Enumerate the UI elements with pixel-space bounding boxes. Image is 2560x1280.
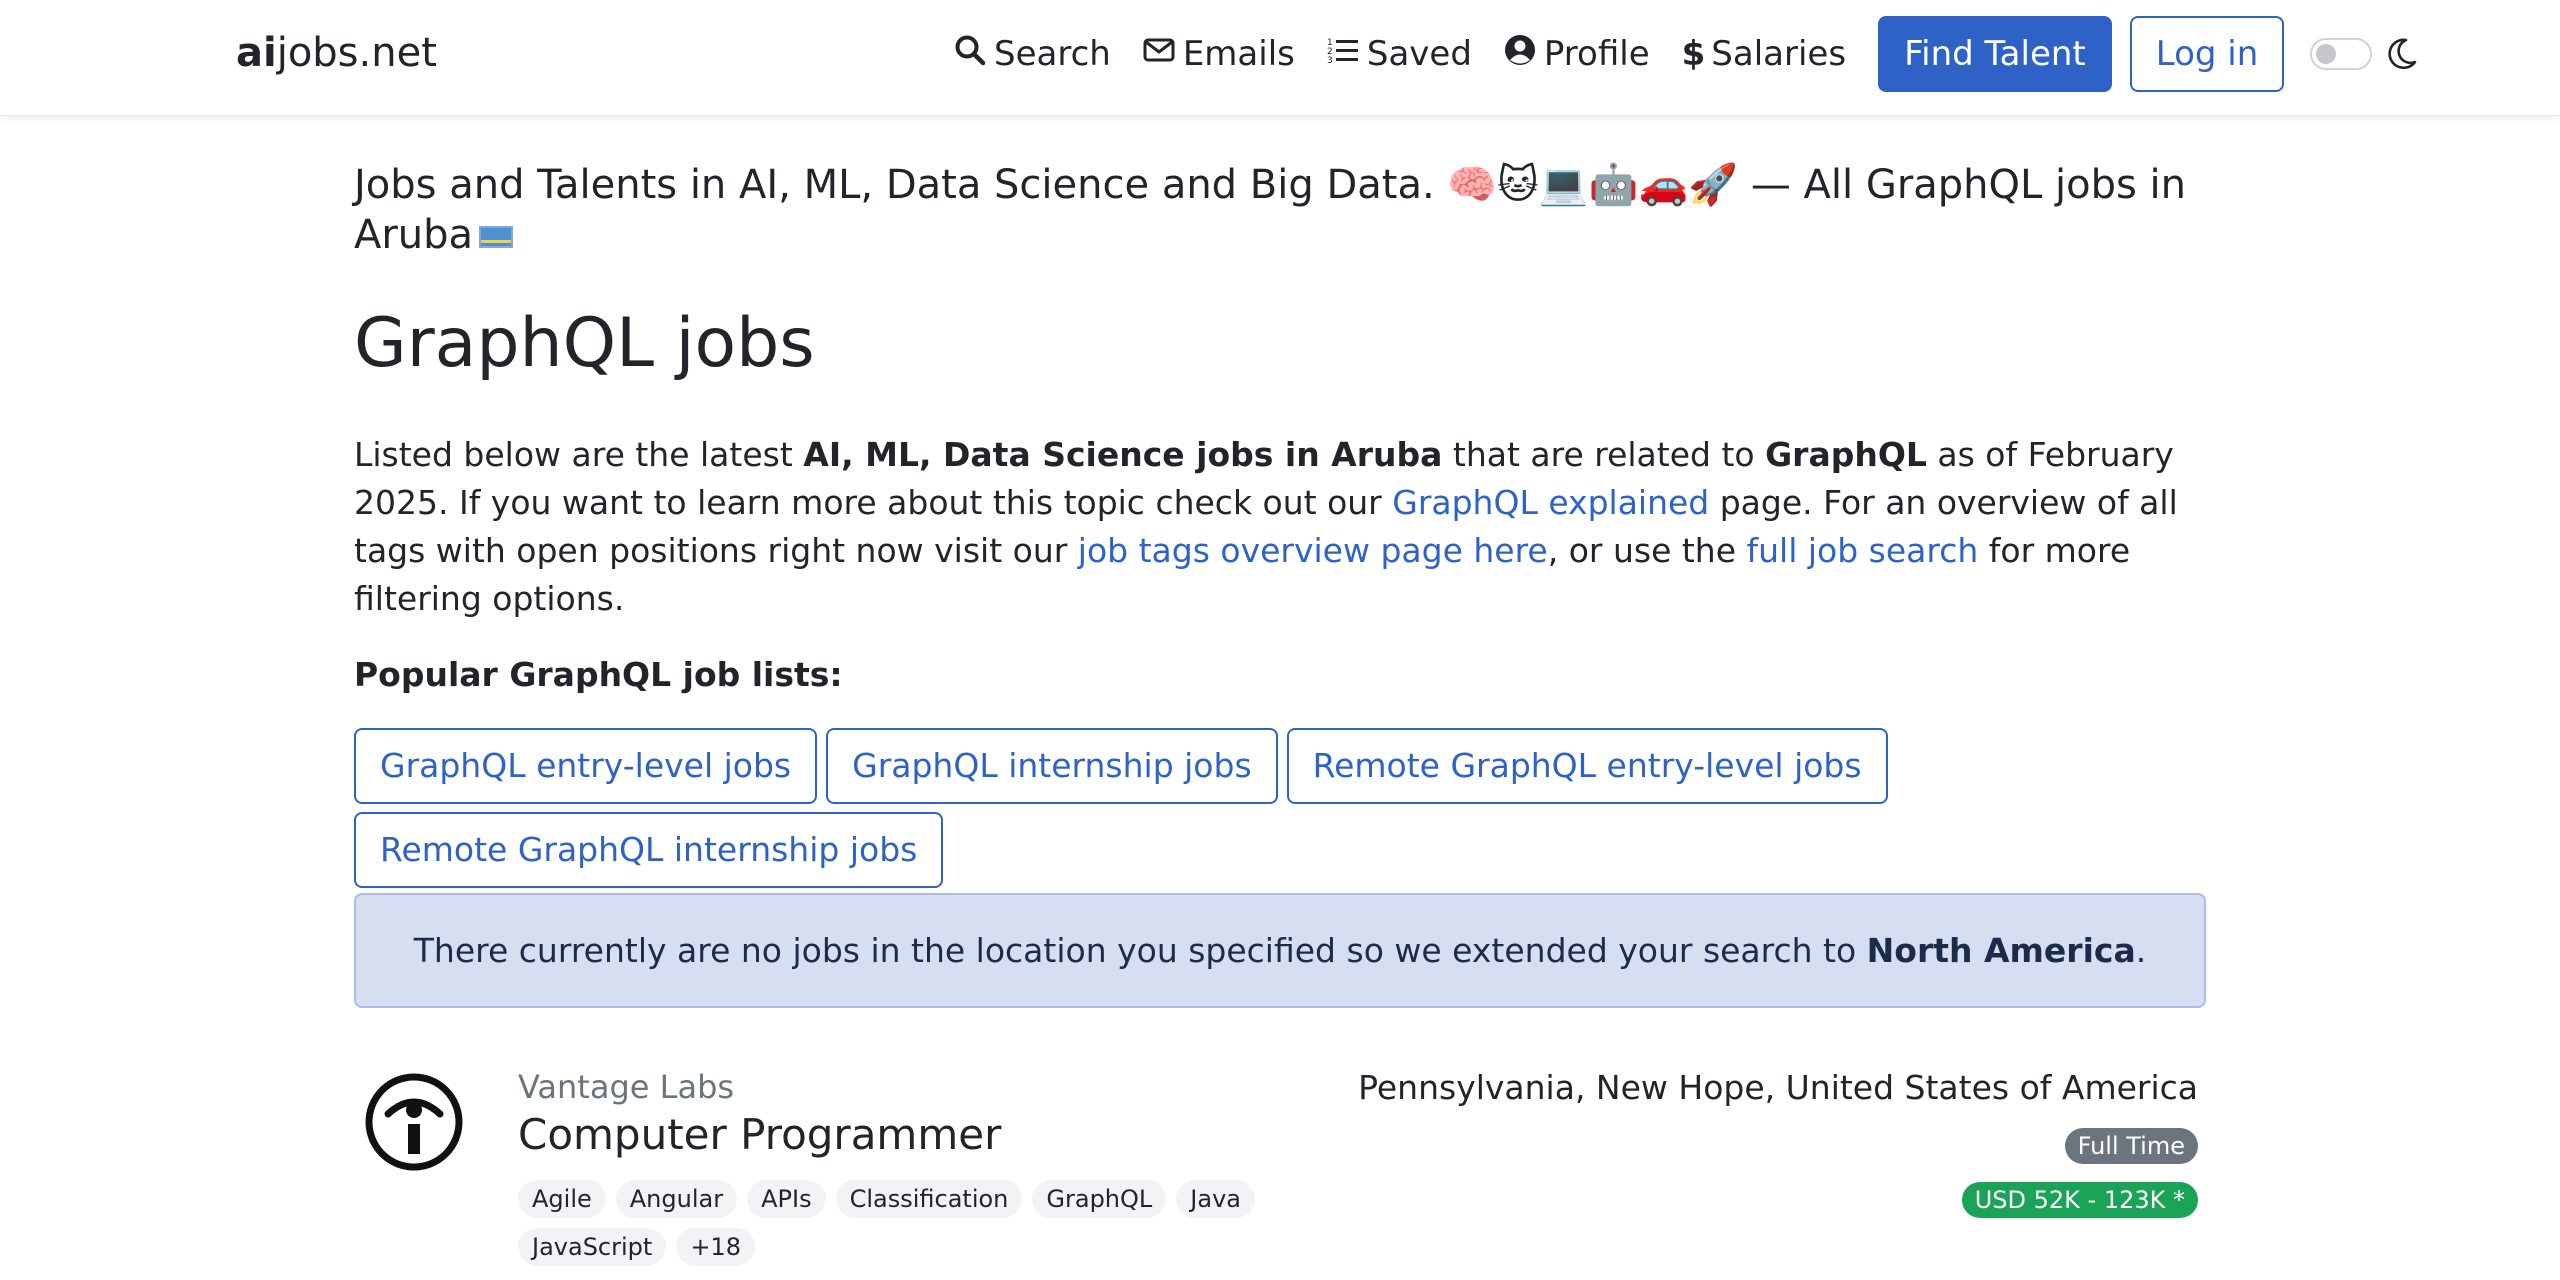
nav-salaries[interactable]: $ Salaries: [1682, 34, 1846, 74]
alert-region: North America: [1866, 931, 2136, 970]
job-tag-more[interactable]: +18: [676, 1228, 755, 1266]
job-tag[interactable]: Classification: [835, 1180, 1023, 1218]
alert-end: .: [2135, 931, 2147, 970]
dollar-icon: $: [1681, 34, 1706, 74]
nav-items: Search Emails 123 Saved Profile $ Salari…: [954, 16, 2418, 92]
job-tag[interactable]: Agile: [518, 1180, 606, 1218]
intro-text-1: Listed below are the latest: [354, 435, 804, 474]
search-icon: [954, 34, 994, 75]
popular-list-remote-entry-level[interactable]: Remote GraphQL entry-level jobs: [1286, 728, 1888, 804]
tagline-text: Jobs and Talents in AI, ML, Data Science…: [354, 162, 2187, 258]
company-name[interactable]: Vantage Labs: [518, 1068, 734, 1106]
alert-text: There currently are no jobs in the locat…: [413, 931, 1867, 970]
svg-text:3: 3: [1327, 56, 1333, 66]
intro-text-5: , or use the: [1547, 531, 1747, 570]
popular-list-remote-internship[interactable]: Remote GraphQL internship jobs: [354, 812, 944, 888]
nav-saved-label: Saved: [1366, 34, 1472, 74]
job-listing[interactable]: Vantage Labs Computer Programmer Agile A…: [354, 1060, 2206, 1280]
popular-lists-heading: Popular GraphQL job lists:: [354, 655, 843, 694]
site-tagline: Jobs and Talents in AI, ML, Data Science…: [354, 160, 2206, 260]
graphql-explained-link[interactable]: GraphQL explained: [1392, 483, 1709, 522]
job-tag[interactable]: GraphQL: [1032, 1180, 1167, 1218]
brand-logo[interactable]: aijobs.net: [236, 30, 437, 76]
job-tags-overview-link[interactable]: job tags overview page here: [1078, 531, 1548, 570]
job-location: Pennsylvania, New Hope, United States of…: [1358, 1068, 2198, 1107]
job-title[interactable]: Computer Programmer: [518, 1110, 1001, 1159]
intro-text-2: that are related to: [1442, 435, 1766, 474]
nav-profile[interactable]: Profile: [1504, 34, 1650, 75]
nav-salaries-label: Salaries: [1711, 34, 1847, 74]
job-type-badge: Full Time: [2064, 1128, 2198, 1164]
nav-saved[interactable]: 123 Saved: [1327, 34, 1472, 75]
user-circle-icon: [1504, 34, 1544, 75]
salary-badge: USD 52K - 123K *: [1961, 1182, 2198, 1218]
popular-lists: GraphQL entry-level jobs GraphQL interns…: [354, 728, 1954, 896]
nav-emails-label: Emails: [1182, 34, 1295, 74]
nav-profile-label: Profile: [1543, 34, 1650, 74]
popular-list-internship[interactable]: GraphQL internship jobs: [826, 728, 1278, 804]
intro-paragraph: Listed below are the latest AI, ML, Data…: [354, 431, 2206, 623]
find-talent-button[interactable]: Find Talent: [1878, 16, 2112, 92]
job-tag[interactable]: Angular: [615, 1180, 738, 1218]
page-title: GraphQL jobs: [354, 304, 815, 383]
envelope-icon: [1143, 34, 1183, 75]
brand-bold: ai: [236, 30, 277, 76]
login-button[interactable]: Log in: [2129, 16, 2285, 92]
company-logo: [364, 1072, 464, 1172]
nav-emails[interactable]: Emails: [1143, 34, 1295, 75]
popular-list-entry-level[interactable]: GraphQL entry-level jobs: [354, 728, 818, 804]
job-tag[interactable]: APIs: [747, 1180, 826, 1218]
intro-bold-1: AI, ML, Data Science jobs in Aruba: [803, 435, 1443, 474]
nav-search-label: Search: [994, 34, 1111, 74]
job-tag[interactable]: JavaScript: [518, 1228, 667, 1266]
intro-bold-2: GraphQL: [1765, 435, 1927, 474]
list-icon: 123: [1327, 34, 1367, 75]
job-tags: Agile Angular APIs Classification GraphQ…: [518, 1180, 1318, 1276]
nav-search[interactable]: Search: [954, 34, 1111, 75]
brand-rest: jobs.net: [276, 30, 437, 76]
job-tag[interactable]: Java: [1176, 1180, 1255, 1218]
aruba-flag-icon: [479, 226, 514, 248]
top-navbar: aijobs.net Search Emails 123 Saved Profi…: [0, 0, 2560, 116]
main-content: Jobs and Talents in AI, ML, Data Science…: [354, 160, 2206, 896]
full-job-search-link[interactable]: full job search: [1747, 531, 1979, 570]
location-extended-alert: There currently are no jobs in the locat…: [354, 893, 2206, 1008]
moon-icon[interactable]: [2386, 37, 2418, 71]
dark-mode-toggle[interactable]: [2310, 38, 2373, 70]
